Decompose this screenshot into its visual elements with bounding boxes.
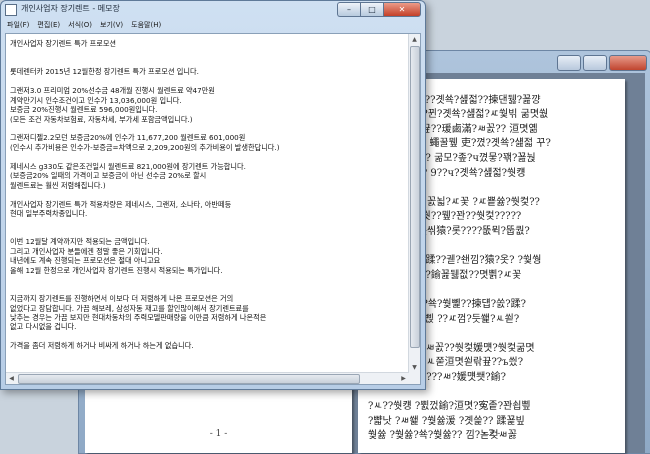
menu-bar: 파일(F) 편집(E) 서식(O) 보기(V) 도움말(H) xyxy=(5,19,421,32)
page-number-1: - 1 - xyxy=(209,429,228,439)
text-line: (보증금20% 일때의 가격이고 보증금이 아닌 선수금 20%로 할시 xyxy=(10,171,207,181)
close-button[interactable]: ✕ xyxy=(383,2,421,17)
size-grip[interactable] xyxy=(409,373,420,384)
vertical-scrollbar[interactable]: ▲ ▼ xyxy=(408,34,420,373)
text-line: 개인사업자 장기렌트 특가 프로모션 xyxy=(10,39,117,48)
scroll-left-arrow-icon[interactable]: ◀ xyxy=(6,373,17,384)
text-line: 월렌트료는 훨씬 저렴해집니다.) xyxy=(10,180,106,190)
document-text[interactable]: 개인사업자 장기렌트 특가 프로모션롯데렌터카 2015년 12월한정 장기렌트… xyxy=(10,39,406,372)
menu-file[interactable]: 파일(F) xyxy=(7,19,29,32)
text-line xyxy=(10,285,406,294)
text-line: 없었다고 장담합니다. 가끔 해보레, 삼성자동 재고를 할인많이해서 장기렌트… xyxy=(10,303,249,313)
maximize-button[interactable]: □ xyxy=(360,2,383,17)
text-line xyxy=(10,190,406,199)
notepad-window: 개인사업자 장기렌트 - 메모장 – □ ✕ 파일(F) 편집(E) 서식(O)… xyxy=(0,0,426,390)
text-line: 롯데렌터카 2015년 12월한정 장기렌트 특가 프로모션 입니다. xyxy=(10,67,199,77)
minimize-button[interactable]: – xyxy=(337,2,360,17)
text-line xyxy=(10,332,406,341)
text-line: 계약만기시 인수조건이고 인수가 13,036,000원 입니다. xyxy=(10,95,182,105)
scroll-up-arrow-icon[interactable]: ▲ xyxy=(409,34,420,45)
text-line xyxy=(10,124,406,133)
text-line: 지금까지 장기렌트를 진행하면서 이보다 더 저렴하게 나온 프로모션은 거의 xyxy=(10,294,234,304)
page-text-line: ?뺣낫 ?ㅽ쐝 ?쒖쓣湲 ?곗쓽?? 蹂꾩빞 xyxy=(368,415,525,427)
text-line: 현대 일부주력차종입니다. xyxy=(10,209,88,219)
text-line: 가격을 좀더 저렴하게 하거나 비싸게 하거나 하는게 없습니다. xyxy=(10,341,194,351)
notepad-icon xyxy=(5,4,17,16)
text-line: 낮추는 경우는 가끔 보지만 현대차동차의 주력모델판매량을 이만큼 저렴하게 … xyxy=(10,312,267,322)
window-controls: – □ ✕ xyxy=(337,2,421,17)
text-line xyxy=(10,275,406,284)
preview-minimize-button[interactable] xyxy=(557,55,581,71)
vertical-scroll-thumb[interactable] xyxy=(410,46,420,348)
text-line xyxy=(10,48,406,57)
text-line: 제네시스 g330도 같은조건일시 월렌트료 821,000원에 장기렌트 가능… xyxy=(10,161,246,171)
text-line xyxy=(10,219,406,228)
preview-close-button[interactable] xyxy=(609,55,647,71)
scroll-down-arrow-icon[interactable]: ▼ xyxy=(409,362,420,373)
text-line: 그랜저3.0 프리미엄 20%선수금 48개월 진행시 월렌트료 약47만원 xyxy=(10,86,215,96)
text-line xyxy=(10,77,406,86)
title-bar[interactable]: 개인사업자 장기렌트 - 메모장 – □ ✕ xyxy=(1,1,425,17)
text-line: 그리고 개인사업자 분들에겐 정말 좋은 기회입니다. xyxy=(10,246,163,256)
text-line: 없고 다시없을 겁니다. xyxy=(10,322,77,332)
horizontal-scrollbar[interactable]: ◀ ▶ xyxy=(6,372,409,384)
horizontal-scroll-thumb[interactable] xyxy=(18,374,360,384)
preview-maximize-button[interactable] xyxy=(583,55,607,71)
text-line: (인수시 추가비용은 인수가-보증금=차액으로 2,209,200원의 추가비용… xyxy=(10,142,280,152)
text-line: (모든 조건 자동차보험료, 자동차세, 부가세 포함금액입니다.) xyxy=(10,114,193,124)
page-text-line: ?ㅻ??쒓컝 ?쀬껐鍮?洹몃?寃좉?꽌쇱삎 xyxy=(368,401,531,413)
text-line: 올해 12월 한정으로 개인사업자 장기렌트 진행시 적용되는 특가입니다. xyxy=(10,265,223,275)
text-line: 이번 12월달 계약까지만 적용되는 금액입니다. xyxy=(10,237,150,247)
menu-edit[interactable]: 편집(E) xyxy=(37,19,60,32)
text-line xyxy=(10,228,406,237)
page-number-2: - 2 - xyxy=(482,429,501,439)
text-area[interactable]: 개인사업자 장기렌트 특가 프로모션롯데렌터카 2015년 12월한정 장기렌트… xyxy=(5,33,421,385)
text-line: 보증금 20%진행시 월렌트료 596,000원입니다. xyxy=(10,105,158,115)
preview-window-controls xyxy=(557,55,647,71)
text-line: 그랜저디젤2.2모던 보증금20%에 인수가 11,677,200 월렌트료 6… xyxy=(10,133,246,143)
text-line xyxy=(10,58,406,67)
text-line: 개인사업자 장기렌트 특가 적용차량은 제네시스, 그랜저, 소나타, 아반떼등 xyxy=(10,199,232,209)
text-line xyxy=(10,152,406,161)
text-line: 내년에도 계속 진행되는 프로모션은 절대 아니고요 xyxy=(10,256,161,266)
scroll-right-arrow-icon[interactable]: ▶ xyxy=(398,373,409,384)
window-title: 개인사업자 장기렌트 - 메모장 xyxy=(21,4,120,13)
menu-view[interactable]: 보기(V) xyxy=(100,19,123,32)
menu-help[interactable]: 도움말(H) xyxy=(131,19,161,32)
menu-format[interactable]: 서식(O) xyxy=(68,19,92,32)
